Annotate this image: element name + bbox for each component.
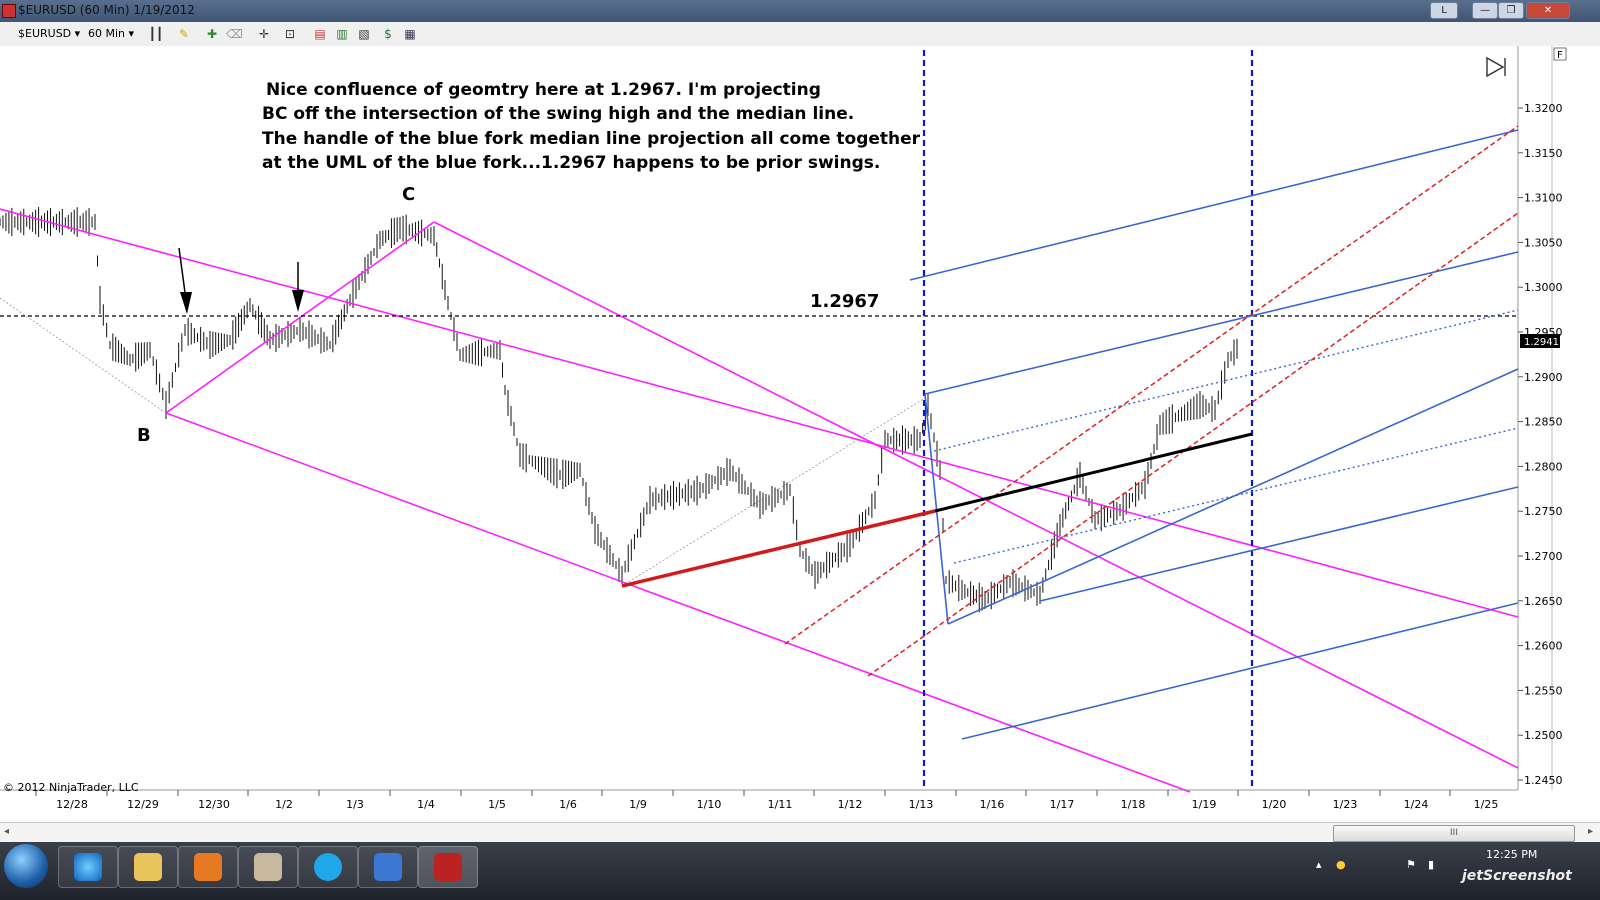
- instrument-label: $EURUSD: [18, 27, 72, 40]
- folder-icon: [134, 853, 162, 881]
- zoom-icon[interactable]: ⊡: [282, 26, 298, 42]
- panel-flag: F: [1557, 50, 1563, 61]
- scroll-left-arrow-icon[interactable]: ◂: [4, 826, 9, 837]
- x-tick-label: 1/19: [1192, 798, 1217, 811]
- watermark-text: jetScreenshot: [1462, 868, 1572, 884]
- y-tick-label: 1.2800: [1524, 460, 1563, 473]
- price-marker-text: 1.2941: [1524, 337, 1559, 348]
- tray-flag-icon[interactable]: ⚑: [1406, 858, 1416, 871]
- y-tick-label: 1.3100: [1524, 192, 1563, 205]
- scrollbar-thumb[interactable]: III: [1333, 825, 1575, 842]
- annotation-line-1: Nice confluence of geomtry here at 1.296…: [266, 80, 821, 100]
- indicator-icon[interactable]: ▧: [356, 26, 372, 42]
- level-label: 1.2967: [810, 291, 879, 312]
- eraser-icon[interactable]: ⌫: [226, 26, 243, 42]
- price-chart[interactable]: 1.32001.31501.31001.30501.30001.29501.29…: [0, 46, 1600, 822]
- start-button-icon[interactable]: [4, 844, 48, 888]
- x-tick-label: 1/12: [838, 798, 863, 811]
- app-icon: [2, 4, 16, 18]
- x-tick-label: 12/29: [127, 798, 159, 811]
- x-tick-label: 1/18: [1121, 798, 1146, 811]
- point-label-c: C: [402, 184, 415, 205]
- media-player-icon: [194, 853, 222, 881]
- taskbar-explorer-button[interactable]: [118, 846, 178, 888]
- ninjatrader-icon: [434, 853, 462, 881]
- hand-icon: [254, 853, 282, 881]
- y-tick-label: 1.2850: [1524, 416, 1563, 429]
- y-tick-label: 1.2500: [1524, 729, 1563, 742]
- x-tick-label: 12/28: [56, 798, 88, 811]
- chart-toolbar: $EURUSD ▾ 60 Min ▾ ┃┃ ✎ ✚ ⌫ ✛ ⊡ ▤ ▥ ▧ $ …: [0, 22, 1600, 47]
- x-tick-label: 12/30: [198, 798, 230, 811]
- y-tick-label: 1.2550: [1524, 684, 1563, 697]
- annotation-line-4: at the UML of the blue fork...1.2967 hap…: [262, 153, 880, 173]
- point-label-b: B: [137, 425, 151, 446]
- y-tick-label: 1.3150: [1524, 147, 1563, 160]
- tray-app-icon[interactable]: ●: [1336, 858, 1346, 871]
- x-tick-label: 1/3: [346, 798, 364, 811]
- annotation-line-2: BC off the intersection of the swing hig…: [262, 104, 854, 124]
- strategy-icon[interactable]: ▤: [312, 26, 328, 42]
- pencil-icon[interactable]: ✎: [176, 26, 192, 42]
- dollar-icon[interactable]: $: [380, 26, 396, 42]
- y-tick-label: 1.2700: [1524, 550, 1563, 563]
- x-tick-label: 1/13: [909, 798, 934, 811]
- tray-expand-icon[interactable]: ▴: [1316, 858, 1322, 871]
- tray-clock[interactable]: 12:25 PM: [1486, 848, 1537, 861]
- taskbar-ie-button[interactable]: [58, 846, 118, 888]
- tray-battery-icon[interactable]: ▮: [1428, 858, 1434, 871]
- x-tick-label: 1/20: [1262, 798, 1287, 811]
- minimize-button[interactable]: —: [1472, 2, 1498, 19]
- chart-style-icon[interactable]: ▥: [334, 26, 350, 42]
- x-tick-label: 1/17: [1050, 798, 1075, 811]
- restore-button[interactable]: ❐: [1498, 2, 1524, 19]
- windows-taskbar: ▴ ● ⚑ ▮ 12:25 PM jetScreenshot: [0, 842, 1600, 900]
- crosshair-icon[interactable]: ✛: [256, 26, 272, 42]
- annotation-line-3: The handle of the blue fork median line …: [262, 129, 921, 149]
- language-indicator[interactable]: L: [1430, 2, 1458, 19]
- y-tick-label: 1.3200: [1524, 102, 1563, 115]
- skype-icon: [314, 853, 342, 881]
- copyright-text: © 2012 NinjaTrader, LLC: [3, 781, 139, 794]
- x-tick-label: 1/25: [1474, 798, 1499, 811]
- x-tick-label: 1/10: [697, 798, 722, 811]
- window-title: $EURUSD (60 Min) 1/19/2012: [18, 3, 195, 17]
- taskbar-ninjatrader-button[interactable]: [418, 846, 478, 888]
- y-tick-label: 1.3050: [1524, 236, 1563, 249]
- interval-label: 60 Min: [88, 27, 126, 40]
- x-tick-label: 1/23: [1333, 798, 1358, 811]
- properties-icon[interactable]: ▦: [402, 26, 418, 42]
- y-tick-label: 1.2750: [1524, 505, 1563, 518]
- x-tick-label: 1/11: [768, 798, 793, 811]
- scroll-right-arrow-icon[interactable]: ▸: [1588, 826, 1593, 837]
- y-tick-label: 1.2450: [1524, 774, 1563, 787]
- bars-icon[interactable]: ┃┃: [148, 26, 164, 42]
- y-tick-label: 1.2600: [1524, 640, 1563, 653]
- pin-icon[interactable]: ✚: [204, 26, 220, 42]
- taskbar-media-button[interactable]: [178, 846, 238, 888]
- window-titlebar: $EURUSD (60 Min) 1/19/2012 L — ❐ ✕: [0, 0, 1600, 22]
- x-tick-label: 1/9: [629, 798, 647, 811]
- ie-icon: [74, 853, 102, 881]
- y-tick-label: 1.3000: [1524, 281, 1563, 294]
- x-tick-label: 1/24: [1404, 798, 1429, 811]
- x-tick-label: 1/16: [980, 798, 1005, 811]
- taskbar-z-button[interactable]: [358, 846, 418, 888]
- y-tick-label: 1.2650: [1524, 595, 1563, 608]
- z-app-icon: [374, 853, 402, 881]
- taskbar-app-button[interactable]: [238, 846, 298, 888]
- horizontal-scrollbar[interactable]: ◂ III ▸: [0, 822, 1600, 843]
- taskbar-skype-button[interactable]: [298, 846, 358, 888]
- x-tick-label: 1/2: [275, 798, 293, 811]
- y-tick-label: 1.2900: [1524, 371, 1563, 384]
- x-tick-label: 1/5: [488, 798, 506, 811]
- x-tick-label: 1/4: [417, 798, 435, 811]
- interval-selector[interactable]: 60 Min ▾: [88, 27, 134, 40]
- close-button[interactable]: ✕: [1526, 2, 1570, 19]
- instrument-selector[interactable]: $EURUSD ▾: [18, 27, 80, 40]
- x-tick-label: 1/6: [559, 798, 577, 811]
